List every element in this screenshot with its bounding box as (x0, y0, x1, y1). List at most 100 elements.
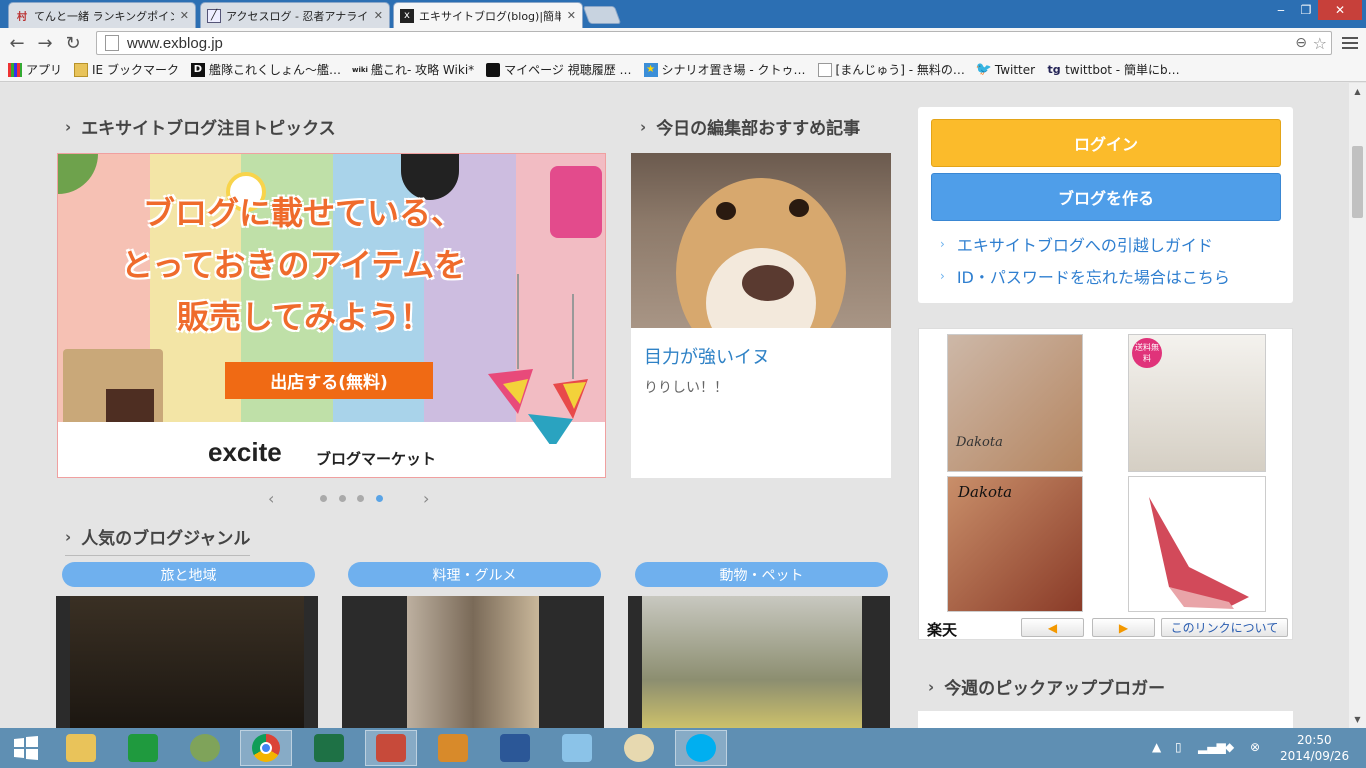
forgot-password-text[interactable]: ID・パスワードを忘れた場合はこちら (957, 264, 1230, 288)
bookmark-scenario[interactable]: ★ シナリオ置き場 - クトゥ… (643, 61, 806, 78)
zoom-icon[interactable]: ⊖ (1295, 35, 1307, 51)
scroll-down-icon[interactable]: ▼ (1349, 711, 1366, 728)
apps-grid-icon (8, 62, 22, 77)
carousel-dot-3[interactable] (357, 495, 364, 502)
close-icon[interactable]: ✕ (180, 9, 189, 22)
create-blog-button[interactable]: ブログを作る (931, 173, 1281, 221)
maximize-icon[interactable]: ❐ (1294, 0, 1318, 20)
bookmark-label: IE ブックマーク (92, 63, 179, 77)
network-signal-icon[interactable]: ▂▄▆ (1198, 740, 1226, 754)
action-center-icon[interactable]: ⊗ (1250, 740, 1260, 754)
tv-icon (486, 62, 501, 77)
banner-headline-1: ブログに載せている、 (143, 194, 464, 232)
bookmark-mypage[interactable]: マイページ 視聴履歴 … (486, 61, 632, 78)
genre-pets-image[interactable] (628, 596, 890, 728)
tab-access-log[interactable]: ╱ アクセスログ - 忍者アナライズ ✕ (200, 2, 390, 28)
earrings-image (488, 274, 588, 444)
excel-button[interactable] (303, 730, 355, 766)
clock-date[interactable]: 2014/09/26 (1280, 749, 1349, 763)
xbox-game-button[interactable] (179, 730, 231, 766)
dog-face-illustration (676, 178, 846, 328)
forgot-password-link[interactable]: › ID・パスワードを忘れた場合はこちら (940, 264, 1230, 288)
carousel-dot-2[interactable] (339, 495, 346, 502)
folder-icon (66, 734, 96, 762)
ad-wallet-1[interactable]: Dakota (947, 334, 1083, 472)
tray-expand-icon[interactable]: ▲ (1152, 740, 1161, 754)
bookmark-kancolle[interactable]: D 艦隊これくしょん～艦… (190, 61, 341, 78)
night-street-photo (70, 596, 304, 728)
bookmark-apps[interactable]: アプリ (8, 61, 62, 78)
ad-wallet-2[interactable]: Dakota (947, 476, 1083, 612)
genre-travel-button[interactable]: 旅と地域 (62, 562, 315, 587)
chrome-button[interactable] (240, 730, 292, 766)
tab-exblog[interactable]: x エキサイトブログ(blog)|簡単 ✕ (393, 2, 583, 28)
bookmark-label: マイページ 視聴履歴 … (504, 63, 632, 77)
page-scrollbar[interactable]: ▲ ▼ (1349, 83, 1366, 728)
game-app-button[interactable] (365, 730, 417, 766)
start-button[interactable] (0, 730, 52, 766)
migration-guide-text[interactable]: エキサイトブログへの引越しガイド (957, 232, 1213, 256)
file-explorer-button[interactable] (55, 730, 107, 766)
open-shop-button[interactable]: 出店する(無料) (225, 362, 433, 399)
scroll-up-icon[interactable]: ▲ (1349, 83, 1366, 100)
back-arrow-icon[interactable]: ← (6, 32, 28, 54)
carousel-dot-1[interactable] (320, 495, 327, 502)
store-button[interactable] (117, 730, 169, 766)
media-app-button[interactable] (427, 730, 479, 766)
tab-ranking[interactable]: 村 てんと一緒 ランキングポイント ✕ (8, 2, 196, 28)
ad-sandal[interactable] (1128, 476, 1266, 612)
genre-food-button[interactable]: 料理・グルメ (348, 562, 601, 587)
store-bag-icon (128, 734, 158, 762)
dog-photo[interactable] (631, 153, 891, 328)
twitter-bird-icon: 🐦 (975, 62, 992, 77)
page-icon (817, 62, 832, 77)
ad-fashion[interactable]: 送料無料 (1128, 334, 1266, 472)
address-bar[interactable]: www.exblog.jp ⊖ ☆ (96, 31, 1332, 55)
about-link-button[interactable]: このリンクについて (1161, 618, 1288, 637)
bookmark-ie-folder[interactable]: IE ブックマーク (74, 61, 179, 78)
notepad-button[interactable] (551, 730, 603, 766)
chevron-right-icon: › (65, 117, 72, 136)
genre-travel-image[interactable] (56, 596, 318, 728)
topics-carousel-banner[interactable]: ブログに載せている、 とっておきのアイテムを 販売してみよう！ 出店する(無料)… (57, 153, 606, 478)
chevron-right-icon: › (940, 269, 945, 283)
carousel-prev-icon[interactable]: ‹ (268, 489, 274, 508)
skype-button[interactable] (675, 730, 727, 766)
pick-title-link[interactable]: 目力が強いイヌ (644, 343, 770, 369)
paint-button[interactable] (613, 730, 665, 766)
word-button[interactable] (489, 730, 541, 766)
battery-icon[interactable]: ▯ (1175, 740, 1182, 754)
minimize-icon[interactable]: ‒ (1268, 0, 1294, 20)
migration-guide-link[interactable]: › エキサイトブログへの引越しガイド (940, 232, 1213, 256)
carousel-next-icon[interactable]: › (423, 489, 429, 508)
bookmark-manjuu[interactable]: [まんじゅう] - 無料の… (817, 61, 965, 78)
editor-pick-card[interactable]: 目力が強いイヌ りりしい！！ (631, 153, 891, 478)
media-icon (438, 734, 468, 762)
ad-next-button[interactable]: ▶ (1092, 618, 1155, 637)
bookmark-kancolle-wiki[interactable]: wiki 艦これ- 攻略 Wiki* (352, 61, 474, 78)
scrollbar-thumb[interactable] (1352, 146, 1363, 218)
bookmark-star-icon[interactable]: ☆ (1313, 34, 1327, 53)
login-button[interactable]: ログイン (931, 119, 1281, 167)
close-window-icon[interactable]: ✕ (1318, 0, 1362, 20)
carousel-dot-4[interactable] (376, 495, 383, 502)
dropbox-icon[interactable]: ◆ (1225, 740, 1234, 754)
pick-heading-text: 今日の編集部おすすめ記事 (656, 119, 861, 139)
close-icon[interactable]: ✕ (374, 9, 383, 22)
ad-prev-button[interactable]: ◀ (1021, 618, 1084, 637)
game-icon (376, 734, 406, 762)
genre-pets-button[interactable]: 動物・ペット (635, 562, 888, 587)
url-text[interactable]: www.exblog.jp (127, 35, 223, 52)
bookmark-twittbot[interactable]: tg twittbot - 簡単にb… (1047, 61, 1179, 78)
carousel-navigation: ‹ › (260, 489, 440, 508)
clock-time[interactable]: 20:50 (1297, 733, 1332, 747)
reload-icon[interactable]: ↻ (62, 32, 84, 54)
new-tab-button[interactable] (582, 6, 622, 24)
close-icon[interactable]: ✕ (567, 9, 576, 22)
chevron-right-icon: › (940, 237, 945, 251)
forward-arrow-icon[interactable]: → (34, 32, 56, 54)
genre-food-image[interactable] (342, 596, 604, 728)
menu-icon[interactable] (1342, 34, 1358, 52)
tg-logo-icon: tg (1047, 63, 1061, 76)
bookmark-twitter[interactable]: 🐦 Twitter (975, 62, 1035, 77)
